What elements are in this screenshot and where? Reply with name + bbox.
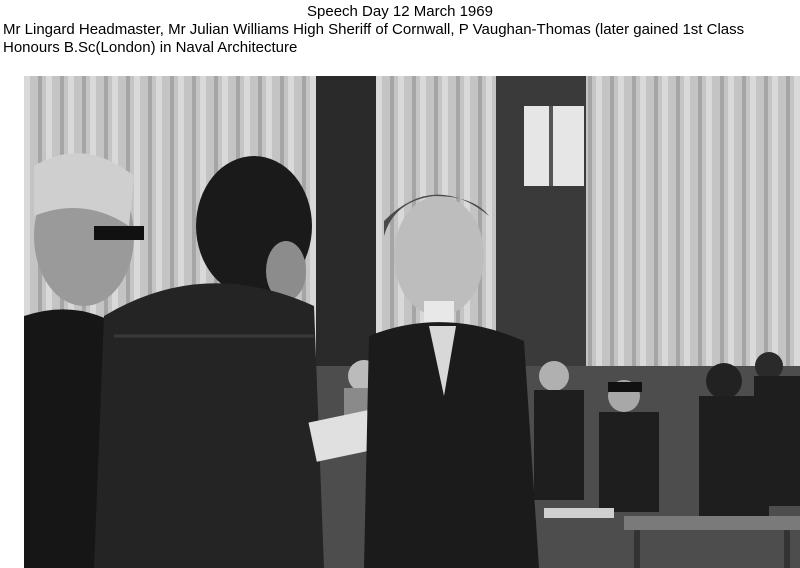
dark-pillar [316,76,376,396]
window-pane [524,106,584,186]
photo-scene [24,76,800,568]
curtain-right [586,76,800,376]
desk [624,516,800,530]
caption-line-1: Mr Lingard Headmaster, Mr Julian William… [3,21,745,38]
caption-title: Speech Day 12 March 1969 [307,3,493,20]
caption: Speech Day 12 March 1969 Mr Lingard Head… [0,0,800,62]
caption-line-2: Honours B.Sc(London) in Naval Architectu… [3,39,298,56]
speech-day-photo [24,76,800,568]
